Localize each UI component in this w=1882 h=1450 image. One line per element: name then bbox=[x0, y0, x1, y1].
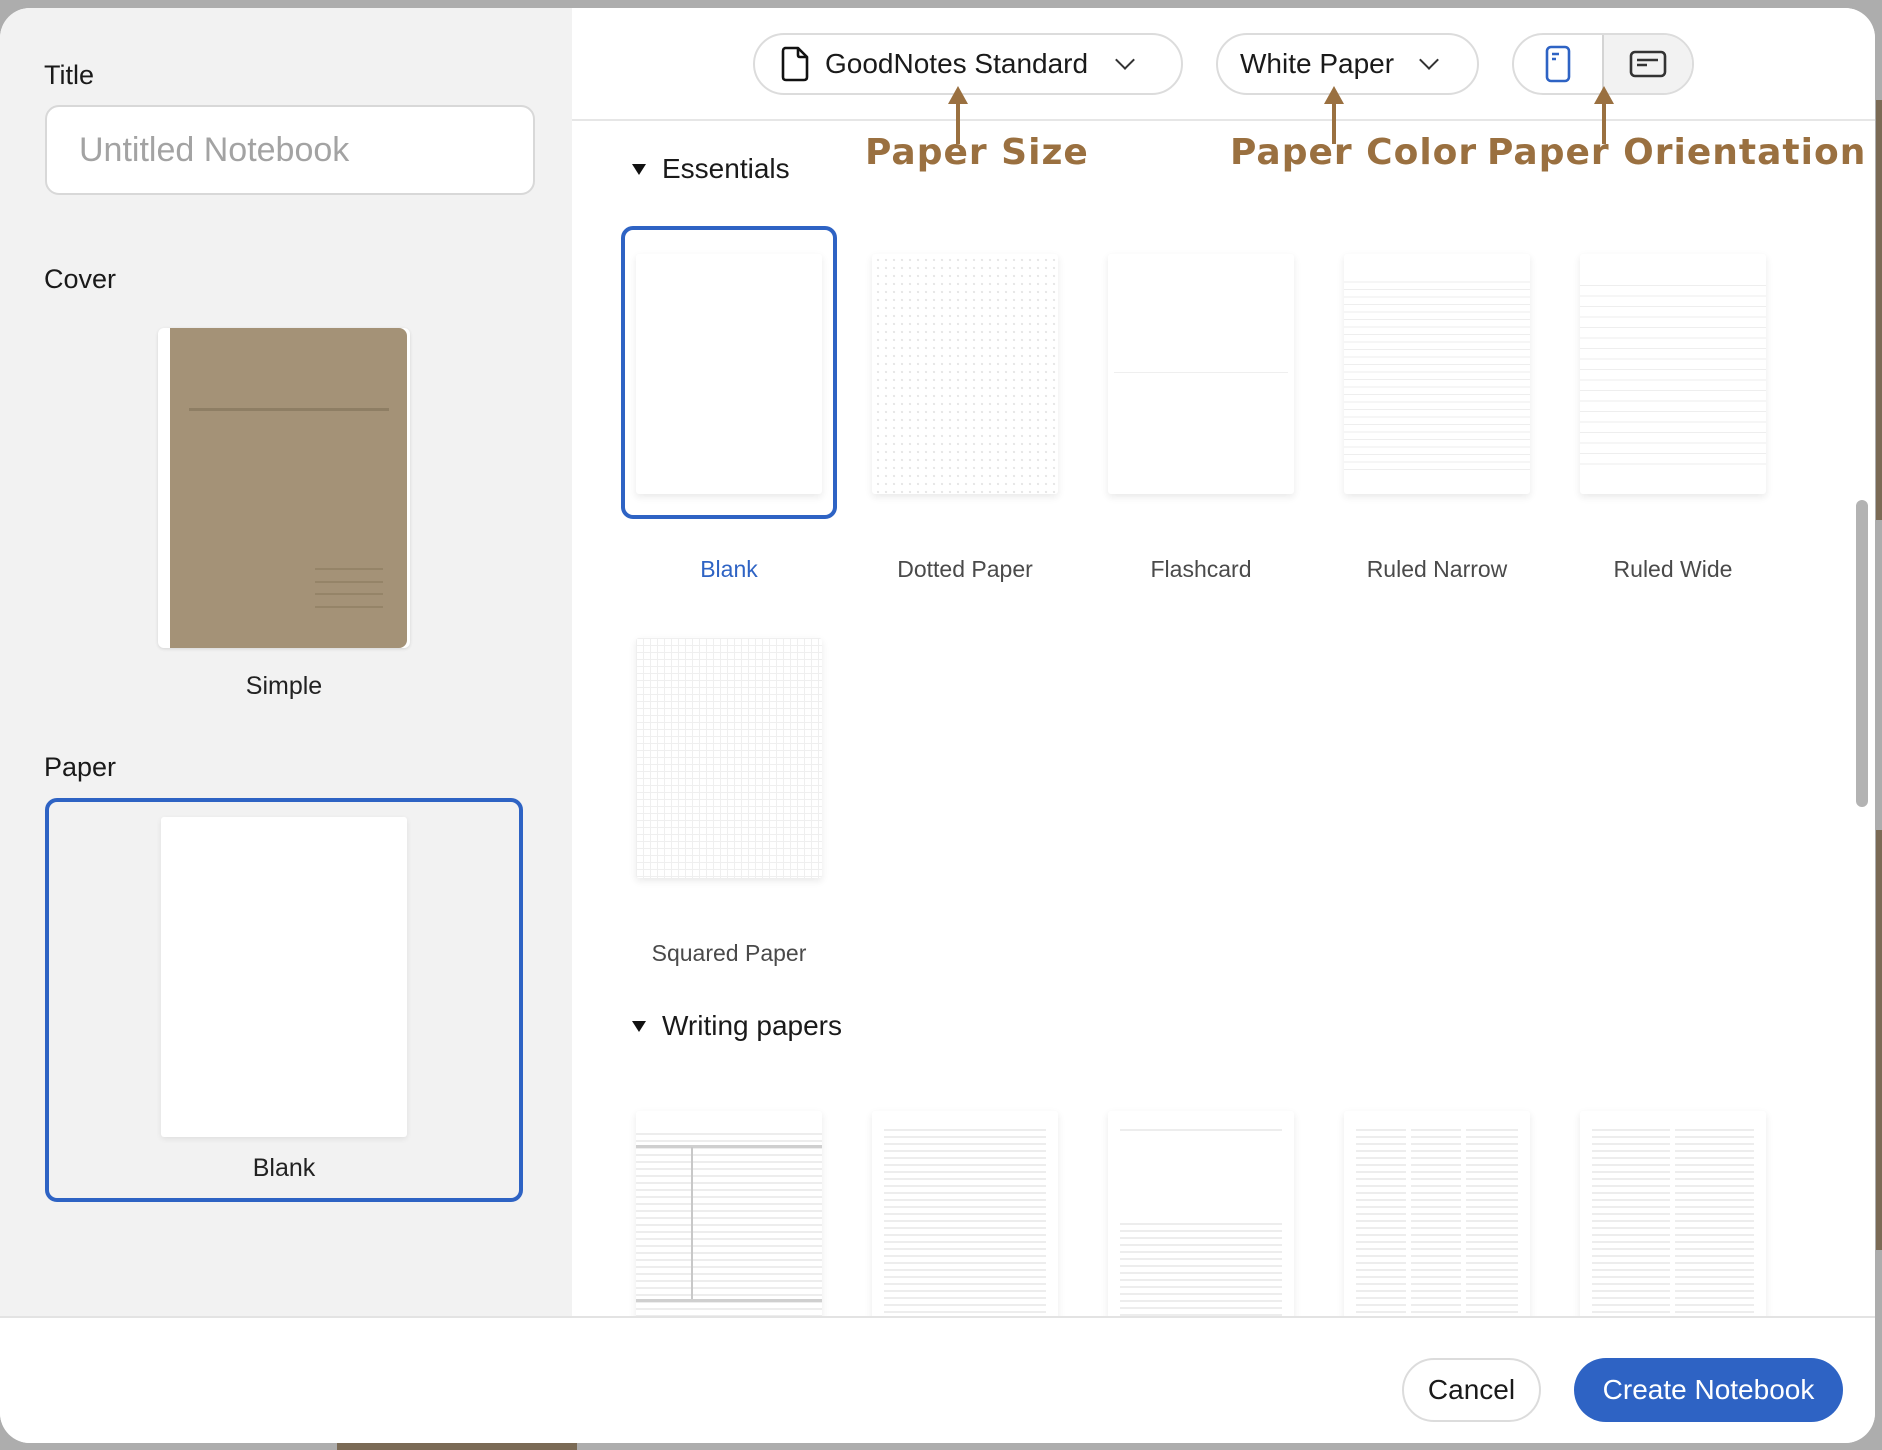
title-label: Title bbox=[44, 60, 95, 90]
template-preview-flashcard bbox=[1108, 254, 1294, 494]
annotation-paper-color: Paper Color bbox=[1230, 132, 1478, 173]
selected-paper-preview[interactable]: Blank bbox=[45, 798, 523, 1202]
create-notebook-button[interactable]: Create Notebook bbox=[1574, 1358, 1843, 1422]
cover-label: Cover bbox=[44, 264, 117, 294]
writing-template-two-column[interactable] bbox=[1580, 1111, 1766, 1316]
paper-color-value: White Paper bbox=[1240, 48, 1395, 79]
writing-template-cornell[interactable] bbox=[636, 1111, 822, 1316]
disclosure-triangle-icon bbox=[632, 163, 646, 175]
chevron-down-icon bbox=[1419, 50, 1439, 70]
ruled-lines bbox=[1466, 1129, 1518, 1316]
cornell-summary-line bbox=[636, 1299, 822, 1302]
template-label: Ruled Wide bbox=[1613, 556, 1733, 582]
paper-color-dropdown[interactable]: White Paper bbox=[1216, 33, 1479, 95]
writing-template-lined[interactable] bbox=[872, 1111, 1058, 1316]
cover-decoration-line bbox=[315, 606, 383, 608]
ruled-lines bbox=[1344, 276, 1530, 474]
landscape-icon bbox=[1629, 50, 1667, 78]
paper-name: Blank bbox=[252, 1154, 316, 1182]
template-gallery: Essentials Blank Dotted Paper Flashcard … bbox=[572, 121, 1875, 1316]
ruled-lines bbox=[1675, 1129, 1754, 1316]
ruled-lines bbox=[636, 1133, 822, 1316]
flashcard-divider bbox=[1114, 372, 1288, 373]
cover-name: Simple bbox=[245, 672, 323, 700]
ruled-lines bbox=[1592, 1129, 1670, 1316]
ruled-lines bbox=[1580, 276, 1766, 474]
cornell-header-line bbox=[636, 1145, 822, 1148]
screen: Title Cover Simple Paper Blank bbox=[0, 0, 1882, 1450]
dialog-footer: Cancel Create Notebook bbox=[0, 1316, 1875, 1443]
cover-decoration-line bbox=[315, 568, 383, 570]
cornell-margin-line bbox=[691, 1147, 693, 1301]
cover-decoration-line bbox=[189, 408, 389, 411]
group-title: Essentials bbox=[662, 153, 790, 184]
disclosure-triangle-icon bbox=[632, 1020, 646, 1032]
landscape-button[interactable] bbox=[1602, 35, 1692, 93]
template-label: Flashcard bbox=[1150, 556, 1252, 582]
document-icon bbox=[781, 46, 809, 82]
background-app-thumbnail bbox=[337, 1443, 577, 1450]
template-label: Blank bbox=[700, 556, 758, 582]
background-app-thumbnail bbox=[1876, 830, 1882, 1250]
template-preview-ruled-narrow bbox=[1344, 254, 1530, 494]
cover-decoration-line bbox=[315, 593, 383, 595]
paper-size-value: GoodNotes Standard bbox=[825, 48, 1089, 79]
annotation-paper-size: Paper Size bbox=[865, 132, 1089, 173]
group-title: Writing papers bbox=[662, 1010, 843, 1041]
portrait-button[interactable] bbox=[1514, 35, 1602, 93]
ruled-lines bbox=[1356, 1129, 1406, 1316]
new-notebook-dialog: Title Cover Simple Paper Blank bbox=[0, 8, 1875, 1443]
paper-page-preview bbox=[161, 817, 407, 1137]
portrait-icon bbox=[1545, 45, 1571, 83]
template-label: Dotted Paper bbox=[897, 556, 1033, 582]
writing-template-three-column[interactable] bbox=[1344, 1111, 1530, 1316]
template-preview-ruled-wide bbox=[1580, 254, 1766, 494]
cancel-button[interactable]: Cancel bbox=[1402, 1358, 1541, 1422]
cover-decoration-line bbox=[315, 581, 383, 583]
gallery-scrollbar[interactable] bbox=[1856, 500, 1868, 807]
chevron-down-icon bbox=[1115, 50, 1135, 70]
writing-template-lined-bottom[interactable] bbox=[1108, 1111, 1294, 1316]
paper-label: Paper bbox=[44, 752, 117, 782]
cover-face bbox=[170, 328, 407, 648]
ruled-lines bbox=[1411, 1129, 1461, 1316]
paper-options-toolbar: GoodNotes Standard White Paper bbox=[572, 8, 1875, 121]
template-label: Squared Paper bbox=[651, 940, 807, 966]
template-label: Ruled Narrow bbox=[1366, 556, 1508, 582]
template-preview-blank bbox=[636, 254, 822, 494]
template-preview-dotted bbox=[872, 254, 1058, 494]
ruled-lines bbox=[884, 1129, 1046, 1316]
template-preview-squared bbox=[636, 638, 822, 878]
annotation-paper-orientation: Paper Orientation bbox=[1487, 132, 1867, 173]
group-header-writing-papers[interactable]: Writing papers bbox=[632, 1010, 842, 1042]
background-app-thumbnail bbox=[1876, 100, 1882, 520]
title-input[interactable] bbox=[45, 105, 535, 195]
ruled-lines bbox=[1120, 1129, 1282, 1135]
paper-size-dropdown[interactable]: GoodNotes Standard bbox=[753, 33, 1183, 95]
group-header-essentials[interactable]: Essentials bbox=[632, 153, 790, 185]
ruled-lines bbox=[1120, 1223, 1282, 1316]
cover-thumbnail[interactable] bbox=[158, 328, 410, 648]
notebook-settings-panel: Title Cover Simple Paper Blank bbox=[0, 8, 572, 1316]
